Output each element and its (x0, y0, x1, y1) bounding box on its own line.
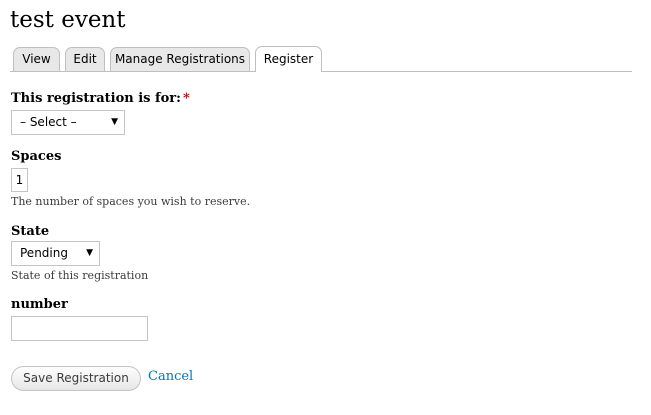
chevron-down-icon: ▼ (86, 248, 93, 258)
registration-for-label: This registration is for: * (11, 91, 190, 106)
state-select[interactable]: Pending ▼ (11, 241, 100, 266)
page-title: test event (10, 7, 126, 33)
spaces-description: The number of spaces you wish to reserve… (11, 195, 251, 208)
registration-for-select[interactable]: – Select – ▼ (11, 110, 125, 135)
spaces-input[interactable]: 1 (11, 168, 28, 192)
number-label: number (11, 297, 68, 312)
number-input[interactable] (11, 316, 148, 341)
registration-for-selected: – Select – (20, 115, 77, 129)
spaces-label: Spaces (11, 149, 62, 164)
chevron-down-icon: ▼ (111, 117, 118, 127)
registration-for-label-text: This registration is for: (11, 91, 181, 106)
tab-view[interactable]: View (13, 47, 60, 71)
primary-tabs: View Edit Manage Registrations Register (0, 46, 632, 72)
state-selected: Pending (20, 246, 68, 260)
save-registration-button[interactable]: Save Registration (11, 366, 141, 391)
tab-edit[interactable]: Edit (65, 47, 105, 71)
required-marker: * (182, 91, 190, 106)
state-description: State of this registration (11, 269, 149, 282)
tab-register[interactable]: Register (255, 46, 322, 72)
state-label: State (11, 224, 50, 239)
cancel-link[interactable]: Cancel (148, 369, 193, 384)
tab-manage-registrations[interactable]: Manage Registrations (110, 47, 250, 71)
